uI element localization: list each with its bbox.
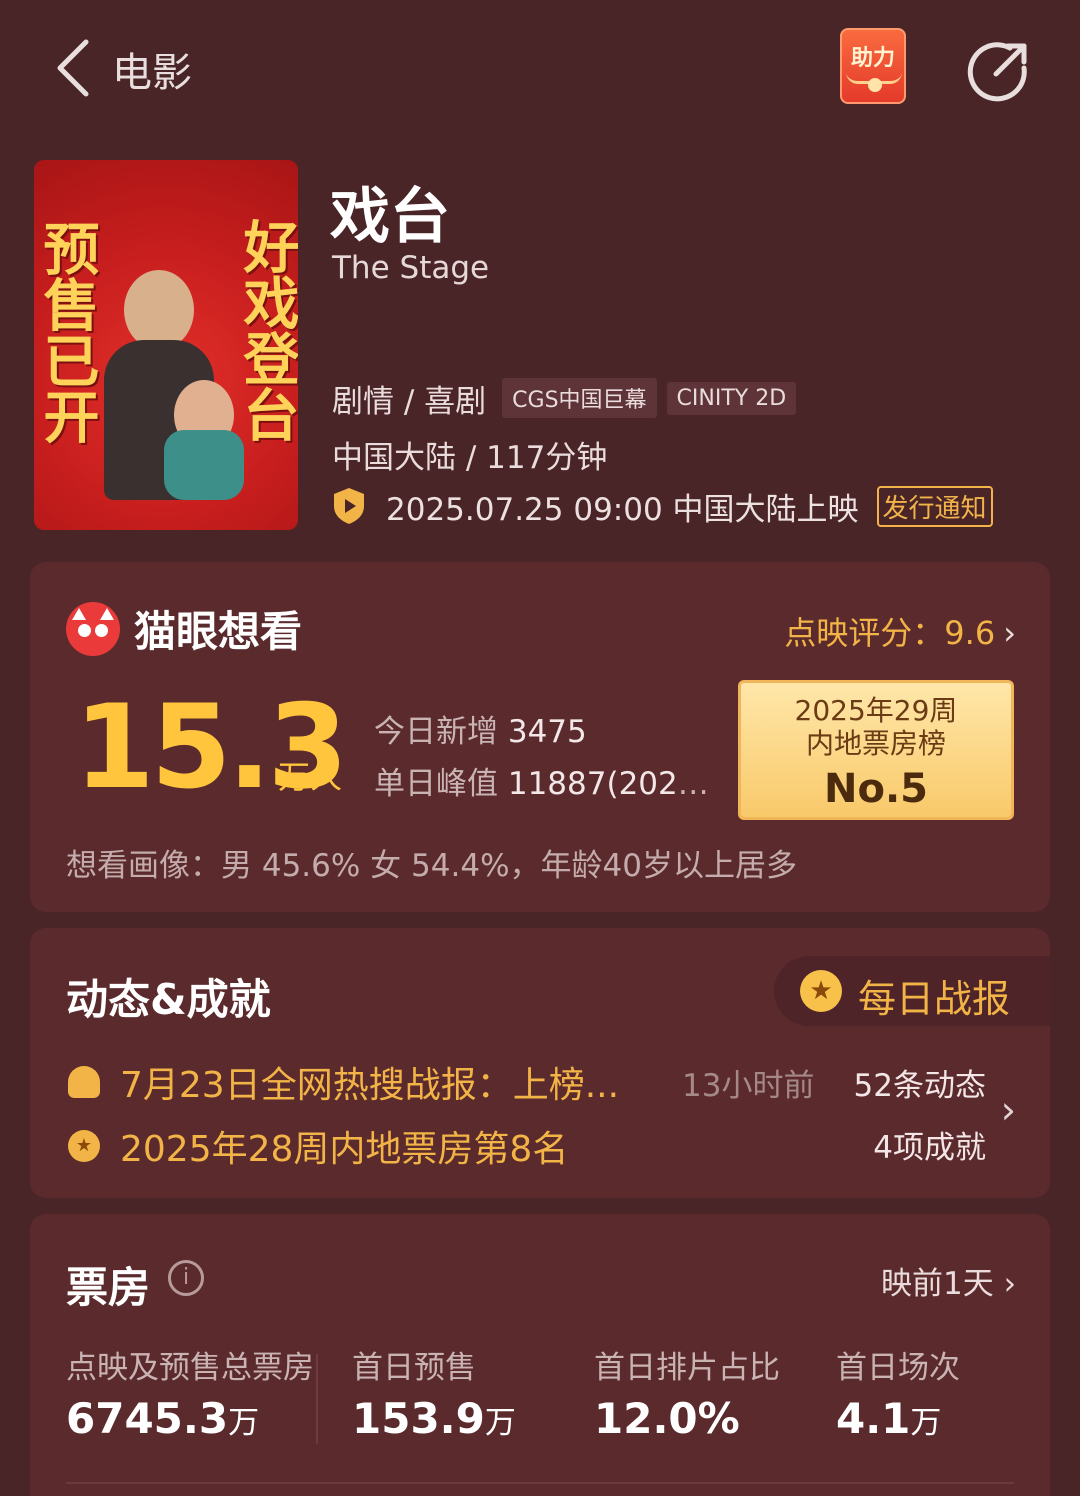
daily-report-button[interactable]: ★ 每日战报 bbox=[774, 956, 1050, 1026]
chevron-right-icon: › bbox=[1003, 1266, 1016, 1302]
first-day-share-label: 首日排片占比 bbox=[594, 1350, 780, 1386]
rank-board: 内地票房榜 bbox=[805, 727, 946, 760]
preview-rating: 点映评分：9.6 bbox=[784, 614, 996, 652]
dynamics-card[interactable]: 动态&成就 ★ 每日战报 7月23日全网热搜战报：上榜... 13小时前 52条… bbox=[30, 928, 1050, 1198]
achievement-count: 4项成就 bbox=[873, 1130, 986, 1166]
want-to-see-card[interactable]: 猫眼想看 点映评分：9.6 › 15.3 万人 今日新增 3475 单日峰值 11… bbox=[30, 562, 1050, 912]
poster-text-left: 预售已开 bbox=[34, 220, 100, 444]
medal-icon: ★ bbox=[68, 1130, 100, 1162]
bell-icon bbox=[68, 1066, 100, 1098]
rank-week: 2025年29周 bbox=[794, 694, 958, 727]
achievement-text: 2025年28周内地票房第8名 bbox=[120, 1129, 569, 1170]
top-bar: 电影 助力 bbox=[0, 0, 1080, 140]
box-office-card[interactable]: 票房 i 映前1天 › 点映及预售总票房 6745.3万 首日预售 153.9万… bbox=[30, 1214, 1050, 1496]
back-icon[interactable] bbox=[52, 36, 102, 100]
region-duration: 中国大陆 / 117分钟 bbox=[332, 440, 608, 476]
box-office-title: 票房 bbox=[66, 1263, 151, 1312]
first-day-share-value: 12.0% bbox=[594, 1394, 740, 1443]
achievement-item[interactable]: ★ 2025年28周内地票房第8名 bbox=[68, 1120, 650, 1172]
chevron-right-icon: › bbox=[1003, 614, 1016, 652]
format-tag: CGS中国巨幕 bbox=[502, 378, 657, 418]
rank-number: No.5 bbox=[824, 766, 928, 812]
today-added: 今日新增 3475 bbox=[374, 714, 587, 750]
weekly-rank-badge[interactable]: 2025年29周 内地票房榜 No.5 bbox=[738, 680, 1014, 820]
news-item[interactable]: 7月23日全网热搜战报：上榜... bbox=[68, 1056, 650, 1108]
first-day-presale-label: 首日预售 bbox=[352, 1350, 476, 1386]
genre-text: 剧情 / 喜剧 bbox=[332, 383, 487, 420]
info-icon[interactable]: i bbox=[168, 1260, 204, 1296]
want-count-unit: 万人 bbox=[278, 758, 343, 796]
first-day-presale-value: 153.9万 bbox=[352, 1394, 516, 1443]
nav-title: 电影 bbox=[112, 50, 192, 96]
movie-title: 戏台 bbox=[330, 182, 450, 252]
genre-row: 剧情 / 喜剧 CGS中国巨幕 CINITY 2D bbox=[332, 378, 806, 420]
news-text: 7月23日全网热搜战报：上榜... bbox=[120, 1065, 620, 1106]
total-box-office-value: 6745.3万 bbox=[66, 1394, 260, 1443]
chevron-right-icon[interactable]: › bbox=[1001, 1088, 1016, 1132]
news-time: 13小时前 bbox=[682, 1068, 815, 1104]
help-boost-label: 助力 bbox=[850, 46, 895, 71]
daily-report-label: 每日战报 bbox=[858, 977, 1011, 1021]
days-before-link[interactable]: 映前1天 › bbox=[881, 1258, 1016, 1303]
news-count: 52条动态 bbox=[853, 1068, 986, 1104]
first-day-sessions-value: 4.1万 bbox=[836, 1394, 942, 1443]
daily-peak: 单日峰值 11887(2025.07.24) bbox=[374, 766, 724, 802]
release-date: 2025.07.25 09:00 中国大陆上映 bbox=[386, 491, 859, 528]
maoyan-cat-icon bbox=[66, 602, 120, 656]
movie-poster[interactable]: 预售已开 好戏登台 bbox=[34, 160, 298, 530]
movie-subtitle: The Stage bbox=[332, 250, 490, 286]
want-title: 猫眼想看 bbox=[134, 607, 303, 656]
share-icon[interactable] bbox=[966, 38, 1032, 104]
divider bbox=[316, 1354, 318, 1444]
first-day-sessions-label: 首日场次 bbox=[836, 1350, 960, 1386]
divider bbox=[66, 1482, 1014, 1484]
release-row: 2025.07.25 09:00 中国大陆上映 发行通知 bbox=[332, 484, 993, 528]
dynamics-title: 动态&成就 bbox=[66, 975, 271, 1024]
release-notice-link[interactable]: 发行通知 bbox=[876, 485, 993, 527]
audience-profile: 想看画像：男 45.6% 女 54.4%，年龄40岁以上居多 bbox=[66, 848, 797, 884]
total-box-office-label: 点映及预售总票房 bbox=[66, 1350, 314, 1386]
preview-rating-link[interactable]: 点映评分：9.6 › bbox=[784, 608, 1016, 654]
help-boost-button[interactable]: 助力 bbox=[840, 28, 906, 104]
days-before: 映前1天 bbox=[881, 1266, 994, 1302]
format-tag: CINITY 2D bbox=[666, 381, 797, 415]
poster-text-right: 好戏登台 bbox=[234, 218, 298, 442]
poster-figures bbox=[94, 230, 244, 500]
shield-icon bbox=[334, 488, 364, 524]
medal-icon: ★ bbox=[800, 970, 842, 1012]
